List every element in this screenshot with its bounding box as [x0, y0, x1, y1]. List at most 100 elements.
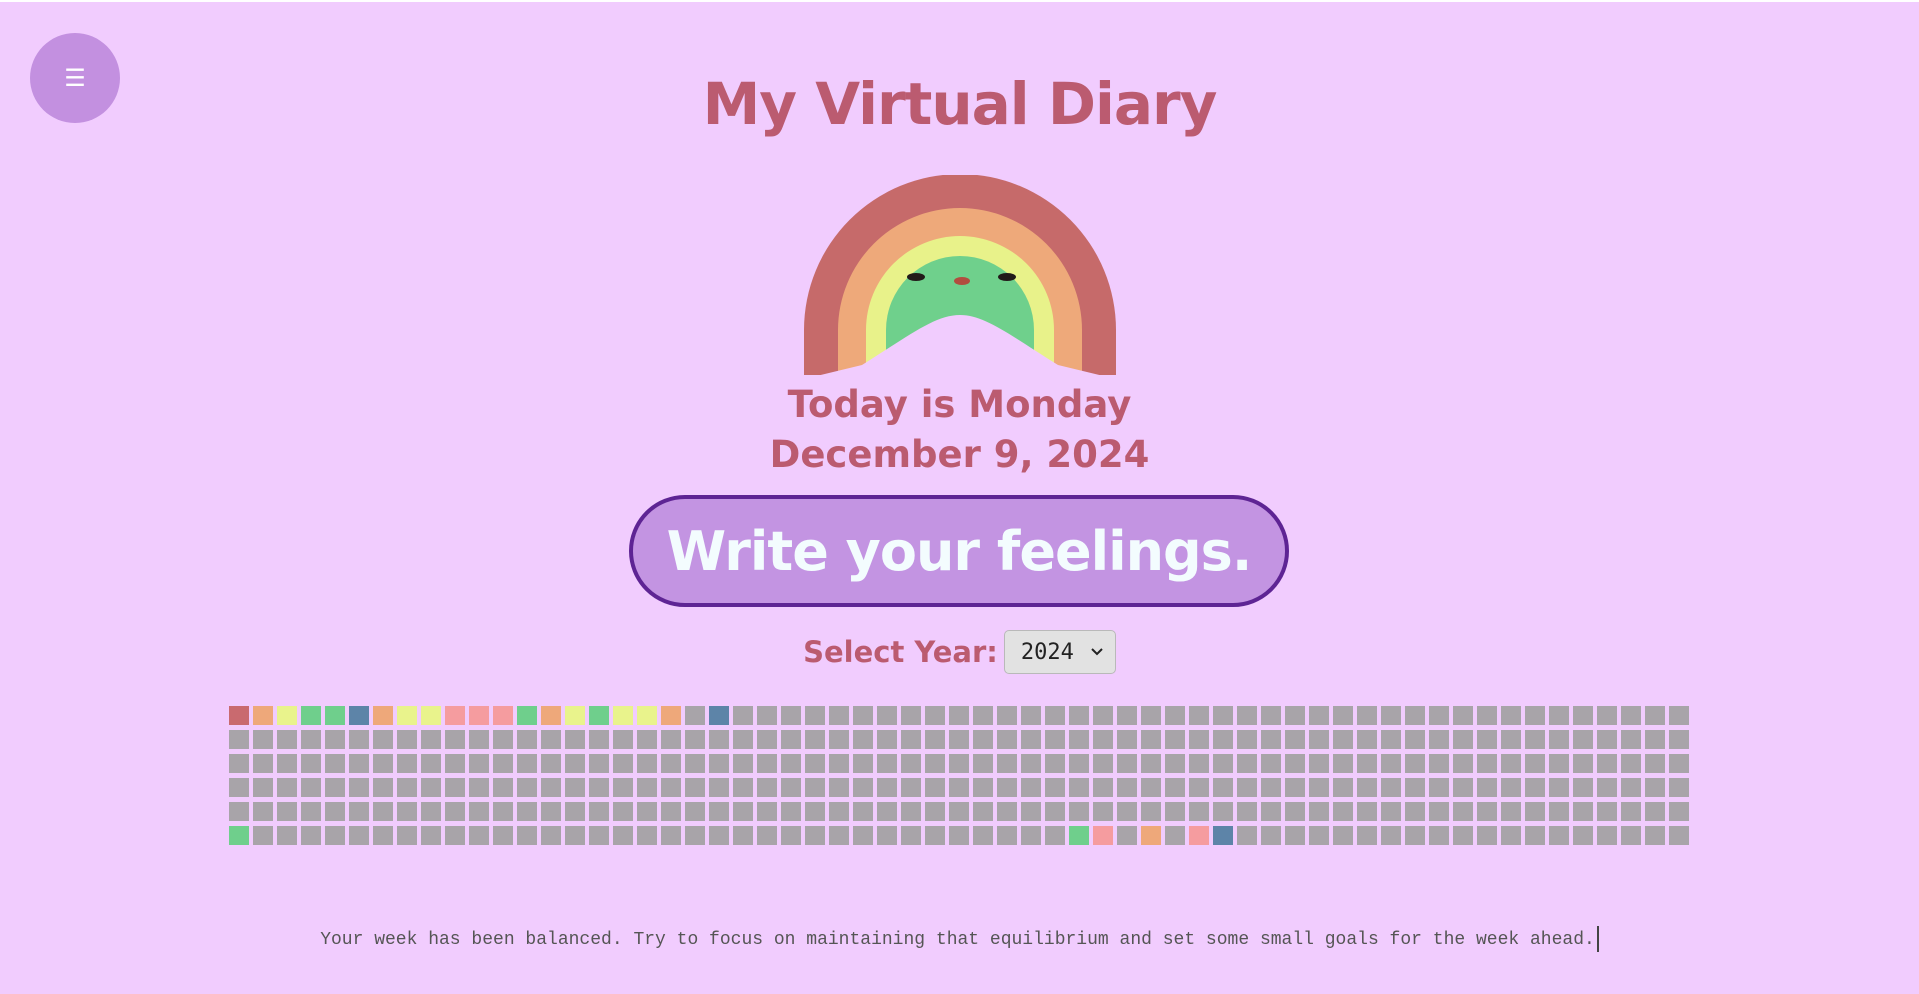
day-cell[interactable]: [541, 754, 561, 773]
day-cell[interactable]: [421, 730, 441, 749]
day-cell[interactable]: [253, 754, 273, 773]
day-cell[interactable]: [1045, 730, 1065, 749]
day-cell[interactable]: [493, 802, 513, 821]
day-cell[interactable]: [1549, 754, 1569, 773]
day-cell[interactable]: [397, 730, 417, 749]
day-cell[interactable]: [301, 754, 321, 773]
day-cell[interactable]: [877, 826, 897, 845]
day-cell[interactable]: [757, 802, 777, 821]
day-cell[interactable]: [1573, 730, 1593, 749]
day-cell[interactable]: [493, 778, 513, 797]
day-cell[interactable]: [805, 730, 825, 749]
day-cell[interactable]: [1093, 778, 1113, 797]
day-cell[interactable]: [877, 778, 897, 797]
day-cell[interactable]: [1381, 730, 1401, 749]
day-cell[interactable]: [1213, 706, 1233, 725]
day-cell[interactable]: [1021, 730, 1041, 749]
day-cell[interactable]: [1381, 826, 1401, 845]
day-cell[interactable]: [325, 802, 345, 821]
day-cell[interactable]: [397, 754, 417, 773]
day-cell[interactable]: [493, 706, 513, 725]
day-cell[interactable]: [733, 802, 753, 821]
day-cell[interactable]: [781, 730, 801, 749]
day-cell[interactable]: [637, 730, 657, 749]
day-cell[interactable]: [1501, 730, 1521, 749]
day-cell[interactable]: [1261, 730, 1281, 749]
day-cell[interactable]: [541, 730, 561, 749]
day-cell[interactable]: [1453, 778, 1473, 797]
day-cell[interactable]: [1045, 778, 1065, 797]
day-cell[interactable]: [781, 826, 801, 845]
day-cell[interactable]: [349, 706, 369, 725]
day-cell[interactable]: [1285, 802, 1305, 821]
day-cell[interactable]: [1237, 754, 1257, 773]
day-cell[interactable]: [1093, 730, 1113, 749]
day-cell[interactable]: [1429, 778, 1449, 797]
day-cell[interactable]: [1501, 754, 1521, 773]
day-cell[interactable]: [541, 826, 561, 845]
day-cell[interactable]: [517, 730, 537, 749]
day-cell[interactable]: [1141, 730, 1161, 749]
day-cell[interactable]: [1405, 826, 1425, 845]
write-feelings-button[interactable]: Write your feelings.: [629, 495, 1289, 607]
day-cell[interactable]: [853, 706, 873, 725]
day-cell[interactable]: [685, 754, 705, 773]
day-cell[interactable]: [1285, 826, 1305, 845]
day-cell[interactable]: [1501, 778, 1521, 797]
day-cell[interactable]: [1621, 706, 1641, 725]
day-cell[interactable]: [1333, 778, 1353, 797]
day-cell[interactable]: [1597, 826, 1617, 845]
day-cell[interactable]: [445, 778, 465, 797]
day-cell[interactable]: [805, 802, 825, 821]
day-cell[interactable]: [1213, 754, 1233, 773]
day-cell[interactable]: [589, 802, 609, 821]
day-cell[interactable]: [805, 706, 825, 725]
day-cell[interactable]: [1645, 754, 1665, 773]
day-cell[interactable]: [1213, 778, 1233, 797]
day-cell[interactable]: [997, 754, 1017, 773]
day-cell[interactable]: [229, 778, 249, 797]
day-cell[interactable]: [1189, 730, 1209, 749]
day-cell[interactable]: [1189, 754, 1209, 773]
day-cell[interactable]: [1189, 706, 1209, 725]
day-cell[interactable]: [1141, 826, 1161, 845]
day-cell[interactable]: [637, 802, 657, 821]
day-cell[interactable]: [1405, 802, 1425, 821]
day-cell[interactable]: [229, 826, 249, 845]
day-cell[interactable]: [1669, 826, 1689, 845]
day-cell[interactable]: [1381, 754, 1401, 773]
day-cell[interactable]: [1381, 706, 1401, 725]
day-cell[interactable]: [541, 802, 561, 821]
day-cell[interactable]: [1237, 802, 1257, 821]
day-cell[interactable]: [421, 706, 441, 725]
year-select[interactable]: 2024: [1003, 630, 1116, 674]
day-cell[interactable]: [805, 778, 825, 797]
day-cell[interactable]: [373, 754, 393, 773]
day-cell[interactable]: [445, 730, 465, 749]
day-cell[interactable]: [925, 706, 945, 725]
day-cell[interactable]: [1525, 706, 1545, 725]
day-cell[interactable]: [1645, 778, 1665, 797]
day-cell[interactable]: [325, 706, 345, 725]
day-cell[interactable]: [277, 778, 297, 797]
day-cell[interactable]: [1405, 778, 1425, 797]
day-cell[interactable]: [901, 826, 921, 845]
day-cell[interactable]: [1477, 754, 1497, 773]
day-cell[interactable]: [445, 802, 465, 821]
day-cell[interactable]: [637, 826, 657, 845]
day-cell[interactable]: [1429, 826, 1449, 845]
day-cell[interactable]: [1021, 778, 1041, 797]
day-cell[interactable]: [421, 778, 441, 797]
day-cell[interactable]: [1597, 730, 1617, 749]
day-cell[interactable]: [1429, 706, 1449, 725]
day-cell[interactable]: [1573, 754, 1593, 773]
day-cell[interactable]: [277, 754, 297, 773]
day-cell[interactable]: [1597, 778, 1617, 797]
day-cell[interactable]: [997, 706, 1017, 725]
day-cell[interactable]: [1021, 802, 1041, 821]
day-cell[interactable]: [829, 778, 849, 797]
day-cell[interactable]: [1573, 826, 1593, 845]
day-cell[interactable]: [1549, 706, 1569, 725]
day-cell[interactable]: [877, 730, 897, 749]
day-cell[interactable]: [757, 730, 777, 749]
